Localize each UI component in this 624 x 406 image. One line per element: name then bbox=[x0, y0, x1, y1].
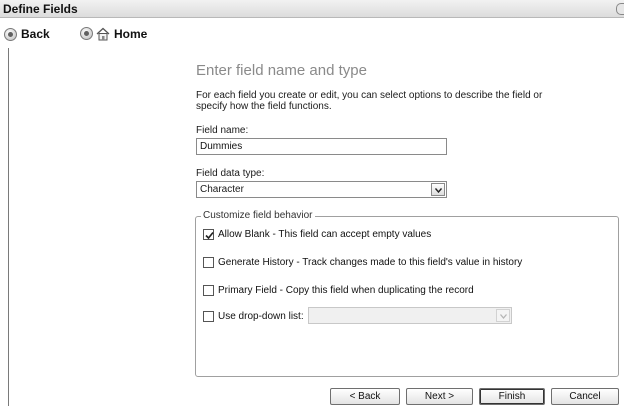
behavior-groupbox bbox=[195, 216, 619, 377]
behavior-legend: Customize field behavior bbox=[201, 210, 315, 221]
field-name-label: Field name: bbox=[196, 125, 249, 136]
title-bar: Define Fields bbox=[0, 0, 624, 18]
back-button[interactable]: Back bbox=[4, 26, 50, 42]
back-step-button[interactable]: < Back bbox=[330, 388, 400, 405]
page-heading: Enter field name and type bbox=[196, 62, 367, 79]
allow-blank-option[interactable]: Allow Blank - This field can accept empt… bbox=[203, 228, 431, 240]
generate-history-checkbox[interactable] bbox=[203, 256, 214, 268]
next-button[interactable]: Next > bbox=[406, 388, 473, 405]
primary-field-label: Primary Field - Copy this field when dup… bbox=[218, 284, 474, 296]
finish-button[interactable]: Finish bbox=[479, 388, 545, 405]
allow-blank-label: Allow Blank - This field can accept empt… bbox=[218, 228, 432, 240]
home-button[interactable]: Home bbox=[96, 26, 147, 42]
primary-field-checkbox[interactable] bbox=[203, 284, 214, 296]
left-divider bbox=[8, 48, 9, 406]
field-type-label: Field data type: bbox=[196, 168, 265, 179]
dropdown-list-option[interactable]: Use drop-down list: bbox=[203, 310, 304, 322]
window-title: Define Fields bbox=[3, 2, 78, 16]
cancel-button[interactable]: Cancel bbox=[551, 388, 619, 405]
page-description: For each field you create or edit, you c… bbox=[196, 90, 543, 112]
dropdown-list-label: Use drop-down list: bbox=[218, 310, 304, 322]
forward-arrow-icon[interactable] bbox=[80, 27, 93, 40]
generate-history-option[interactable]: Generate History - Track changes made to… bbox=[203, 256, 522, 268]
field-name-input[interactable] bbox=[196, 138, 447, 155]
field-type-select[interactable]: Character bbox=[196, 181, 447, 198]
chevron-down-icon bbox=[500, 314, 507, 319]
allow-blank-checkbox[interactable] bbox=[203, 228, 214, 240]
home-label: Home bbox=[114, 27, 148, 41]
dropdown-list-select[interactable] bbox=[308, 307, 512, 324]
checkmark-icon bbox=[205, 231, 214, 239]
primary-field-option[interactable]: Primary Field - Copy this field when dup… bbox=[203, 284, 474, 296]
home-icon bbox=[96, 27, 110, 41]
window-corner-icon bbox=[616, 3, 624, 15]
chevron-down-icon bbox=[435, 188, 442, 193]
back-arrow-icon bbox=[4, 27, 17, 41]
dropdown-arrow-button[interactable] bbox=[431, 183, 445, 196]
dropdown-list-arrow[interactable] bbox=[496, 309, 510, 322]
toolbar: Back Home bbox=[0, 18, 624, 48]
generate-history-label: Generate History - Track changes made to… bbox=[218, 256, 523, 268]
back-label: Back bbox=[21, 27, 50, 41]
field-type-value: Character bbox=[200, 184, 244, 195]
dropdown-list-checkbox[interactable] bbox=[203, 310, 214, 322]
